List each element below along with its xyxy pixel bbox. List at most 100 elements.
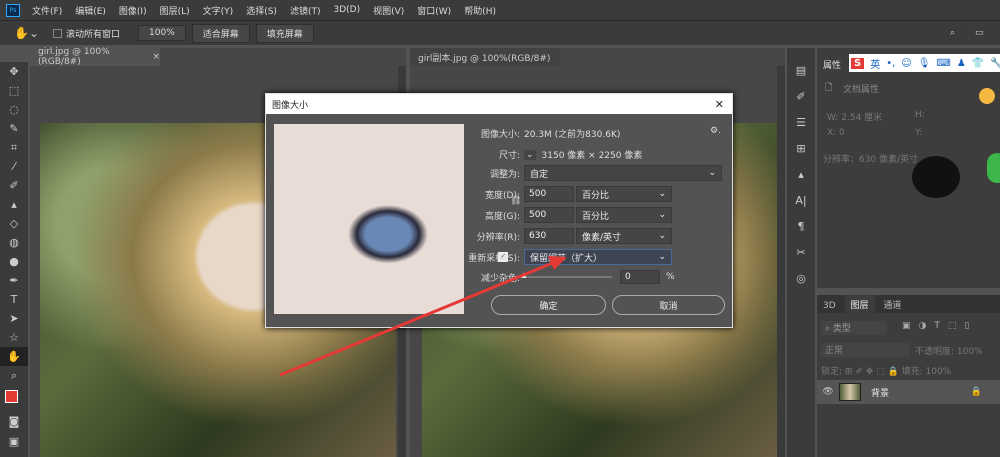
punctuation-icon[interactable]: •,	[886, 58, 895, 69]
opacity-input[interactable]: 100%	[957, 347, 983, 357]
eraser-tool-icon[interactable]: ◇	[0, 214, 28, 233]
menu-view[interactable]: 视图(V)	[373, 4, 404, 17]
gradient-tool-icon[interactable]: ◍	[0, 233, 28, 252]
pen-tool-icon[interactable]: ✒	[0, 271, 28, 290]
height-unit-select[interactable]: 百分比 ⌄	[576, 207, 672, 223]
tab-3d[interactable]: 3D	[817, 298, 842, 314]
ime-lang[interactable]: 英	[870, 56, 880, 71]
layer-row-background[interactable]: 👁 背景 🔒	[817, 380, 1000, 404]
doc-props-icon: 🗋	[825, 83, 833, 93]
document-tab-1[interactable]: girl.jpg @ 100%(RGB/8#) ×	[30, 47, 160, 67]
hand-tool-icon[interactable]: ✋⌄	[14, 26, 39, 40]
fill-input[interactable]: 100%	[926, 367, 952, 377]
chevron-down-icon: ⌄	[658, 210, 666, 220]
keyboard-icon[interactable]: ⌨	[936, 58, 950, 69]
resolution-unit-select[interactable]: 像素/英寸 ⌄	[576, 228, 672, 244]
stamp-tool-icon[interactable]: ▴	[0, 195, 28, 214]
document-tab-2[interactable]: girl副本.jpg @ 100%(RGB/8#)	[410, 48, 560, 66]
character-icon[interactable]: A|	[787, 188, 815, 214]
menu-type[interactable]: 文字(Y)	[203, 4, 234, 17]
tools-icon[interactable]: 🔧	[990, 58, 1000, 69]
reduce-noise-input[interactable]: 0	[620, 270, 660, 284]
hand-tool-icon[interactable]: ✋	[0, 347, 28, 366]
menu-select[interactable]: 选择(S)	[246, 4, 277, 17]
layer-name[interactable]: 背景	[871, 386, 889, 399]
path-select-icon[interactable]: ➤	[0, 309, 28, 328]
lasso-tool-icon[interactable]: ◌	[0, 100, 28, 119]
dodge-tool-icon[interactable]: ●	[0, 252, 28, 271]
reduce-noise-label: 减少杂色:	[480, 273, 520, 284]
filter-icons[interactable]: ▣◑T⬚▯	[902, 321, 977, 331]
brush-panel-icon[interactable]: ✐	[787, 84, 815, 110]
paragraph-icon[interactable]: ¶	[787, 214, 815, 240]
zoom-100-button[interactable]: 100%	[138, 25, 186, 41]
menu-image[interactable]: 图像(I)	[119, 4, 147, 17]
image-size-label: 图像大小:	[480, 130, 520, 140]
eyedropper-icon[interactable]: ⁄	[0, 157, 28, 176]
layers-panel: 3D 图层 通道 ⌕ 类型 ▣◑T⬚▯ 正常 不透明度: 100% 锁定: ⊞ …	[817, 295, 1000, 457]
screen-mode-icon[interactable]: ▣	[0, 432, 28, 451]
tab-layers[interactable]: 图层	[844, 295, 875, 314]
tab-channels[interactable]: 通道	[877, 295, 907, 314]
layer-lock-icon: 🔒	[970, 387, 982, 397]
settings-gear-icon[interactable]: ⚙.	[710, 126, 721, 136]
width-unit-value: 百分比	[582, 190, 610, 201]
visibility-eye-icon[interactable]: 👁	[817, 387, 839, 397]
menu-edit[interactable]: 编辑(E)	[75, 4, 106, 17]
resolution-input[interactable]: 630	[524, 228, 574, 244]
mic-icon[interactable]: 🎙	[918, 58, 931, 69]
height-input[interactable]: 500	[524, 207, 574, 223]
resolution-unit-value: 像素/英寸	[582, 232, 622, 243]
slider-handle[interactable]: ▲	[521, 271, 526, 279]
scrollbar[interactable]	[777, 66, 785, 457]
emoji-icon[interactable]: ☺	[901, 58, 911, 69]
lock-icons[interactable]: ⊞ ✐ ✥ ⬚ 🔒	[845, 367, 899, 377]
dimensions-label: 尺寸:	[498, 151, 520, 161]
blend-mode-select[interactable]: 正常	[821, 343, 909, 357]
brush-tool-icon[interactable]: ✐	[0, 176, 28, 195]
stamp-panel-icon[interactable]: ▴	[787, 162, 815, 188]
workspace-icon[interactable]: ▭	[975, 28, 984, 38]
ok-button[interactable]: 确定	[491, 295, 606, 315]
history-icon[interactable]: ▤	[787, 58, 815, 84]
menu-help[interactable]: 帮助(H)	[464, 4, 496, 17]
menu-window[interactable]: 窗口(W)	[417, 4, 451, 17]
menu-file[interactable]: 文件(F)	[32, 4, 62, 17]
lightbulb-icon	[979, 88, 995, 104]
3d-icon[interactable]: ◎	[787, 266, 815, 292]
fit-to-select[interactable]: 自定 ⌄	[524, 165, 722, 181]
tab-close-icon[interactable]: ×	[152, 52, 160, 62]
move-tool-icon[interactable]: ✥	[0, 62, 28, 81]
green-badge-icon	[987, 153, 1000, 183]
reduce-noise-slider[interactable]: ▲	[521, 271, 612, 279]
cancel-button[interactable]: 取消	[612, 295, 725, 315]
scroll-all-checkbox[interactable]	[53, 28, 62, 38]
type-tool-icon[interactable]: T	[0, 290, 28, 309]
crop-tool-icon[interactable]: ⌗	[0, 138, 28, 157]
resample-select[interactable]: 保留细节（扩大） ⌄	[524, 249, 672, 265]
menu-filter[interactable]: 滤镜(T)	[290, 4, 321, 17]
adjustments-icon[interactable]: ☰	[787, 110, 815, 136]
fit-screen-button[interactable]: 适合屏幕	[191, 23, 250, 43]
width-input[interactable]: 500	[524, 186, 574, 202]
layer-filter-select[interactable]: ⌕ 类型	[821, 321, 886, 335]
menu-3d[interactable]: 3D(D)	[333, 5, 360, 15]
clone-source-icon[interactable]: ⊞	[787, 136, 815, 162]
dialog-close-button[interactable]: ✕	[715, 98, 732, 111]
fill-screen-button[interactable]: 填充屏幕	[255, 23, 314, 43]
skin-icon[interactable]: 👕	[972, 58, 984, 69]
width-unit-select[interactable]: 百分比 ⌄	[576, 186, 672, 202]
dimensions-unit-dropdown[interactable]: ⌄	[524, 149, 536, 160]
user-icon[interactable]: ♟	[957, 58, 966, 69]
properties-panel: 属性 S 英 •, ☺ 🎙 ⌨ ♟ 👕 🔧 🗋 文档属性 W: 2.54 厘米 …	[817, 48, 1000, 288]
foreground-color-swatch[interactable]	[5, 390, 18, 403]
menu-layer[interactable]: 图层(L)	[160, 4, 190, 17]
tool-presets-icon[interactable]: ✂	[787, 240, 815, 266]
quick-select-icon[interactable]: ✎	[0, 119, 28, 138]
shape-tool-icon[interactable]: ☆	[0, 328, 28, 347]
zoom-tool-icon[interactable]: ⌕	[0, 366, 28, 385]
search-icon[interactable]: ⌕	[950, 28, 955, 38]
quick-mask-icon[interactable]: ◙	[0, 412, 28, 431]
chevron-down-icon: ⌄	[658, 189, 666, 199]
marquee-tool-icon[interactable]: ⬚	[0, 81, 28, 100]
